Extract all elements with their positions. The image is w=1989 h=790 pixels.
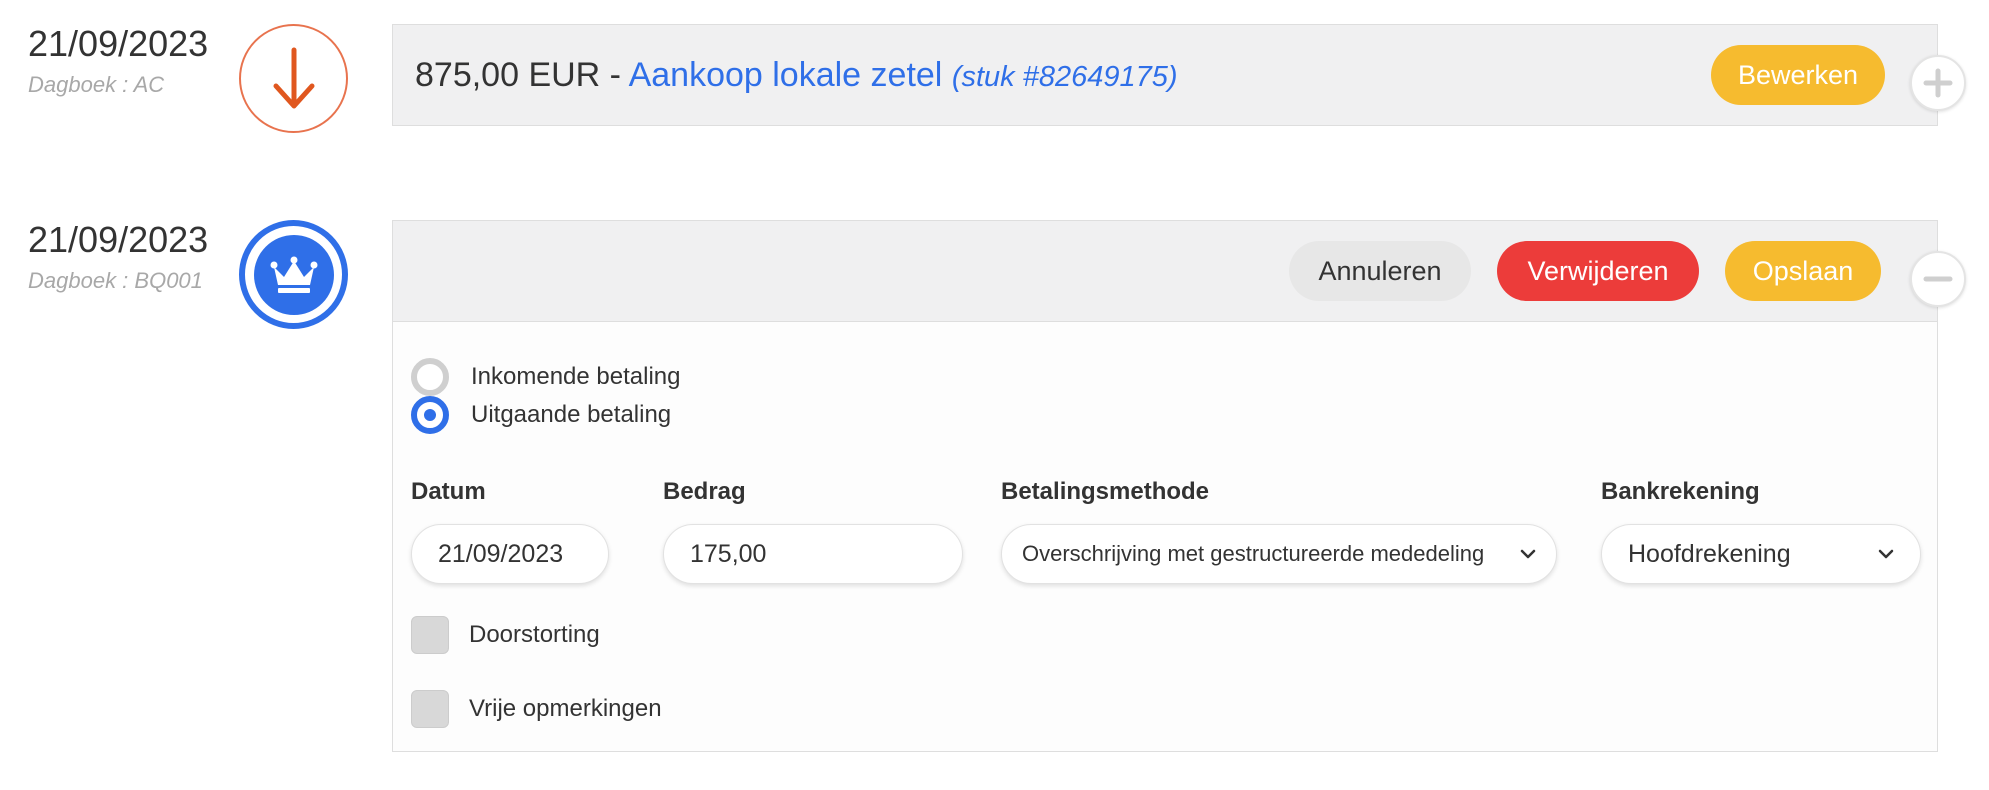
entry-date-block: 21/09/2023 Dagboek : AC xyxy=(28,26,208,98)
amount-field-group: Bedrag 175,00 xyxy=(663,478,963,584)
bank-account-select[interactable]: Hoofdrekening xyxy=(1601,524,1921,584)
edit-button[interactable]: Bewerken xyxy=(1711,45,1885,105)
bank-account-label: Bankrekening xyxy=(1601,478,1760,505)
radio-outgoing-payment[interactable]: Uitgaande betaling xyxy=(411,396,671,434)
remarks-checkbox[interactable] xyxy=(411,690,449,728)
checkbox-transfer-row[interactable]: Doorstorting xyxy=(411,616,600,654)
entry-edit-toolbar: Annuleren Verwijderen Opslaan xyxy=(392,220,1938,322)
payment-method-select[interactable]: Overschrijving met gestructureerde meded… xyxy=(1001,524,1557,584)
date-value: 21/09/2023 xyxy=(438,539,564,568)
transfer-checkbox[interactable] xyxy=(411,616,449,654)
entry-summary-bar: 875,00 EUR - Aankoop lokale zetel (stuk … xyxy=(392,24,1938,126)
radio-label: Uitgaande betaling xyxy=(471,401,672,428)
arrow-down-icon xyxy=(273,47,314,108)
date-input[interactable]: 21/09/2023 xyxy=(411,524,609,584)
payment-method-field-group: Betalingsmethode Overschrijving met gest… xyxy=(1001,478,1557,584)
save-button[interactable]: Opslaan xyxy=(1725,241,1881,301)
amount-input[interactable]: 175,00 xyxy=(663,524,963,584)
chevron-down-icon xyxy=(1878,549,1894,559)
bank-account-field-group: Bankrekening Hoofdrekening xyxy=(1601,478,1921,584)
amount-label: Bedrag xyxy=(663,478,746,505)
checkbox-label: Vrije opmerkingen xyxy=(469,695,662,722)
entry-date-block: 21/09/2023 Dagboek : BQ001 xyxy=(28,222,208,294)
radio-label: Inkomende betaling xyxy=(471,363,681,390)
minus-icon xyxy=(1923,276,1953,282)
entry-date: 21/09/2023 xyxy=(28,23,209,64)
radio-incoming-payment[interactable]: Inkomende betaling xyxy=(411,358,680,396)
cancel-button[interactable]: Annuleren xyxy=(1289,241,1471,301)
delete-button[interactable]: Verwijderen xyxy=(1497,241,1699,301)
entry-separator: - xyxy=(600,55,629,94)
entry-journal: Dagboek : AC xyxy=(28,72,165,97)
collapse-button[interactable] xyxy=(1910,251,1966,307)
purchase-icon-circle xyxy=(239,24,348,133)
date-label: Datum xyxy=(411,478,486,505)
checkbox-label: Doorstorting xyxy=(469,621,600,648)
checkbox-remarks-row[interactable]: Vrije opmerkingen xyxy=(411,690,662,728)
bank-account-value: Hoofdrekening xyxy=(1628,539,1791,568)
entry-description-link[interactable]: Aankoop lokale zetel xyxy=(629,56,943,94)
crown-icon xyxy=(270,256,317,293)
radio-button[interactable] xyxy=(411,358,449,396)
bank-icon-circle xyxy=(239,220,348,329)
payment-form: Inkomende betaling Uitgaande betaling Da… xyxy=(392,322,1938,752)
payment-method-label: Betalingsmethode xyxy=(1001,478,1210,505)
entry-reference: (stuk #82649175) xyxy=(951,60,1178,93)
entry-summary: 875,00 EUR - Aankoop lokale zetel (stuk … xyxy=(415,56,1178,95)
radio-button-selected[interactable] xyxy=(411,396,449,434)
action-buttons: Annuleren Verwijderen Opslaan xyxy=(1289,241,1881,301)
plus-icon xyxy=(1923,68,1953,98)
expand-button[interactable] xyxy=(1910,55,1966,111)
date-field-group: Datum 21/09/2023 xyxy=(411,478,609,584)
payment-method-value: Overschrijving met gestructureerde meded… xyxy=(1022,541,1485,566)
entry-journal: Dagboek : BQ001 xyxy=(28,268,203,293)
amount-value: 175,00 xyxy=(690,539,767,568)
entry-date: 21/09/2023 xyxy=(28,219,209,260)
entry-amount: 875,00 EUR xyxy=(415,55,601,94)
chevron-down-icon xyxy=(1520,549,1536,559)
